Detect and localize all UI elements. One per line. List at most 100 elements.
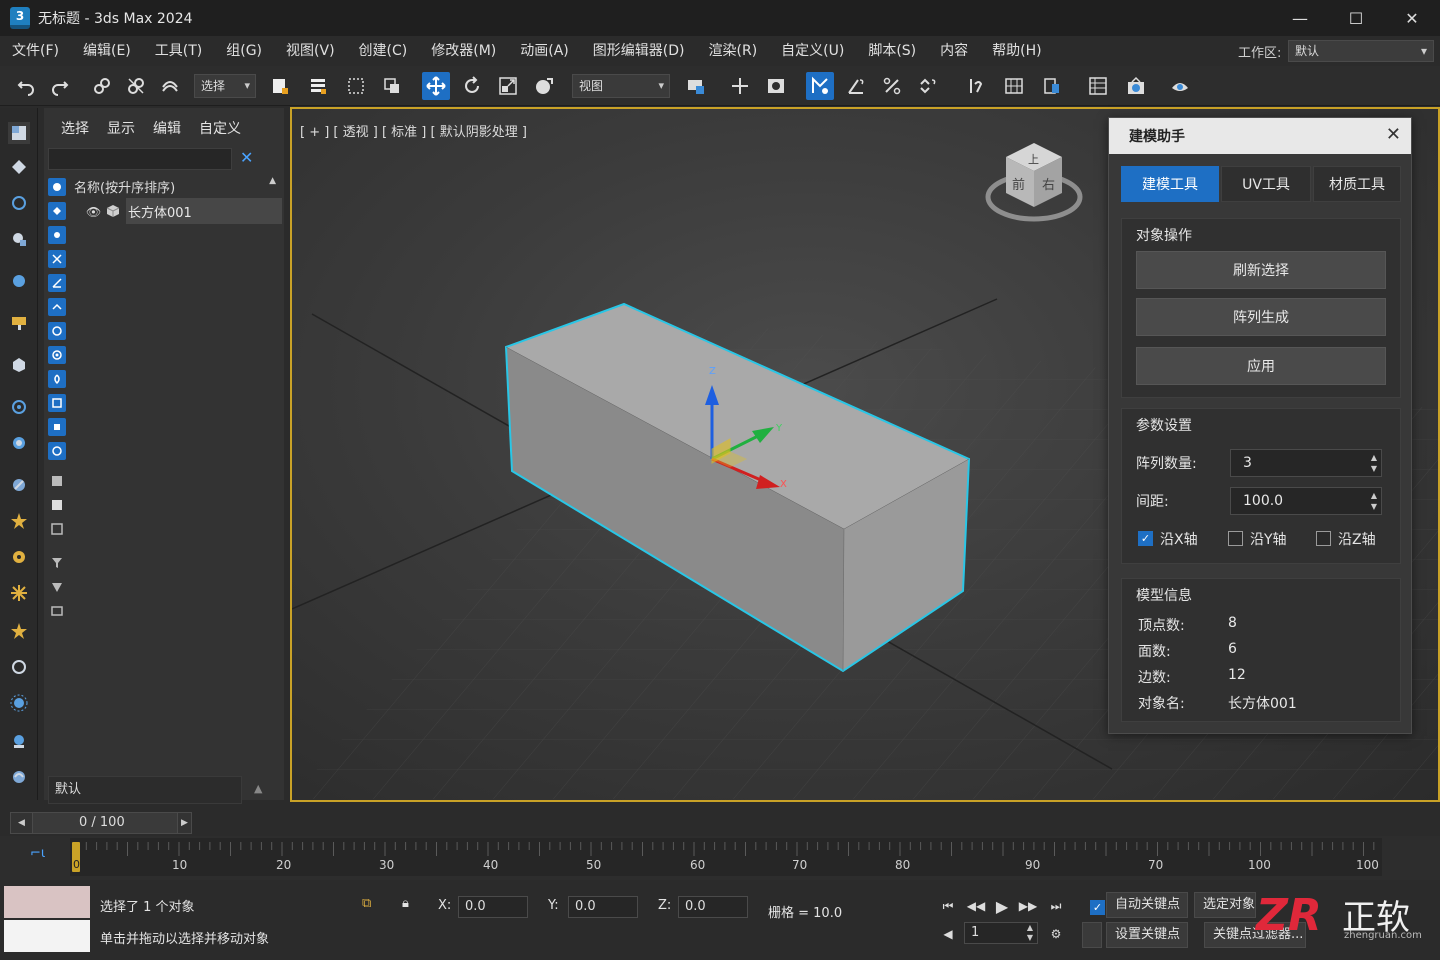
menu-scripting[interactable]: 脚本(S) bbox=[856, 40, 928, 60]
space-warps-icon[interactable] bbox=[8, 546, 30, 568]
shapes-icon[interactable] bbox=[8, 396, 30, 418]
favorites-icon[interactable] bbox=[8, 620, 30, 642]
filter-funnel-icon[interactable] bbox=[48, 554, 66, 572]
pivot-center-icon[interactable] bbox=[682, 72, 710, 100]
cameras-icon[interactable] bbox=[8, 474, 30, 496]
explorer-menu-customize[interactable]: 自定义 bbox=[190, 118, 250, 138]
axis-z-checkbox[interactable] bbox=[1316, 531, 1331, 546]
workspace-select[interactable]: 默认 bbox=[1288, 40, 1434, 62]
mirror-icon[interactable] bbox=[1000, 72, 1028, 100]
explorer-menu-display[interactable]: 显示 bbox=[98, 118, 144, 138]
key-mode-icon[interactable]: ◀ bbox=[938, 924, 958, 944]
set-key-button[interactable]: 设置关键点 bbox=[1106, 922, 1188, 948]
filter-bones-icon[interactable] bbox=[48, 370, 66, 388]
time-configuration-icon[interactable]: ⚙ bbox=[1046, 924, 1066, 944]
minimize-button[interactable]: — bbox=[1272, 0, 1328, 36]
select-by-name-icon[interactable] bbox=[304, 72, 332, 100]
render-setup-icon[interactable] bbox=[1166, 72, 1194, 100]
auto-key-checkbox[interactable]: ✓ bbox=[1090, 900, 1105, 915]
menu-modifiers[interactable]: 修改器(M) bbox=[419, 40, 508, 60]
maxscript-listener-white[interactable] bbox=[4, 920, 90, 952]
next-frame-icon[interactable]: ▶▶ bbox=[1018, 896, 1038, 916]
apply-button[interactable]: 应用 bbox=[1136, 347, 1386, 385]
undo-icon[interactable] bbox=[12, 72, 40, 100]
menu-tools[interactable]: 工具(T) bbox=[143, 40, 214, 60]
filter-frame-icon[interactable] bbox=[48, 602, 66, 620]
snaps-toggle-icon[interactable] bbox=[806, 72, 834, 100]
percent-snap-icon[interactable] bbox=[878, 72, 906, 100]
menu-group[interactable]: 组(G) bbox=[214, 40, 274, 60]
reference-coordinate-select[interactable]: 视图 bbox=[572, 74, 670, 98]
filter-groups-icon[interactable] bbox=[48, 322, 66, 340]
time-slider-prev-icon[interactable]: ◀ bbox=[11, 813, 33, 833]
tab-uv-tools[interactable]: UV工具 bbox=[1221, 166, 1311, 202]
menu-view[interactable]: 视图(V) bbox=[274, 40, 347, 60]
auto-key-button[interactable]: 自动关键点 bbox=[1106, 892, 1188, 918]
x-coordinate-field[interactable]: 0.0 bbox=[458, 896, 528, 918]
spacing-spinner[interactable]: 100.0 ▲ ▼ bbox=[1230, 487, 1382, 515]
motion-panel-icon[interactable] bbox=[8, 228, 30, 250]
filter-space-warps-icon[interactable] bbox=[48, 298, 66, 316]
filter-geometry-icon[interactable] bbox=[48, 178, 66, 196]
filter-all-icon[interactable] bbox=[48, 472, 66, 490]
maximize-button[interactable]: ☐ bbox=[1328, 0, 1384, 36]
axis-x-checkbox[interactable]: ✓ bbox=[1138, 531, 1153, 546]
explorer-row[interactable]: 长方体001 bbox=[106, 198, 282, 224]
filter-cameras-icon[interactable] bbox=[48, 250, 66, 268]
play-icon[interactable]: ▶ bbox=[992, 896, 1012, 916]
time-slider-next-icon[interactable]: ▶ bbox=[177, 813, 191, 833]
edit-named-selection-icon[interactable] bbox=[962, 72, 990, 100]
menu-graph-editors[interactable]: 图形编辑器(D) bbox=[581, 40, 697, 60]
go-to-end-icon[interactable]: ⏭ bbox=[1046, 896, 1066, 916]
tab-material-tools[interactable]: 材质工具 bbox=[1313, 166, 1401, 202]
viewcube[interactable]: 上 前 右 bbox=[985, 143, 1083, 222]
lock-selection-icon[interactable]: 🔒︎ bbox=[402, 896, 409, 911]
close-button[interactable]: ✕ bbox=[1384, 0, 1440, 36]
set-key-icon[interactable] bbox=[1082, 922, 1102, 948]
spinner-arrows-icon[interactable]: ▲ ▼ bbox=[1027, 923, 1033, 943]
systems-icon[interactable] bbox=[8, 582, 30, 604]
axis-y-checkbox[interactable] bbox=[1228, 531, 1243, 546]
display-panel-icon[interactable] bbox=[8, 270, 30, 292]
explorer-search-input[interactable] bbox=[48, 148, 232, 170]
geometry-icon[interactable] bbox=[8, 354, 30, 376]
window-crossing-icon[interactable] bbox=[378, 72, 406, 100]
filter-invert-icon[interactable] bbox=[48, 520, 66, 538]
timeline[interactable]: ⌐ι 0 10 20 30 40 50 60 70 80 90 70 100 1… bbox=[0, 836, 1440, 880]
sort-ascending-icon[interactable]: ▲ bbox=[269, 176, 276, 186]
filter-triangle-icon[interactable] bbox=[48, 578, 66, 596]
selected-object-select[interactable]: 选定对象 bbox=[1194, 892, 1256, 918]
array-generate-button[interactable]: 阵列生成 bbox=[1136, 298, 1386, 336]
lights-icon[interactable] bbox=[8, 432, 30, 454]
spinner-arrows-icon[interactable]: ▲ ▼ bbox=[1371, 452, 1377, 474]
z-coordinate-field[interactable]: 0.0 bbox=[678, 896, 748, 918]
menu-file[interactable]: 文件(F) bbox=[0, 40, 71, 60]
maxscript-listener-pink[interactable] bbox=[4, 886, 90, 918]
menu-create[interactable]: 创建(C) bbox=[347, 40, 420, 60]
keyboard-shortcut-override-icon[interactable] bbox=[762, 72, 790, 100]
helper-close-icon[interactable]: ✕ bbox=[1386, 124, 1401, 145]
redo-icon[interactable] bbox=[46, 72, 74, 100]
modify-panel-icon[interactable] bbox=[8, 156, 30, 178]
select-and-place-icon[interactable] bbox=[530, 72, 558, 100]
align-icon[interactable] bbox=[1038, 72, 1066, 100]
explorer-menu-edit[interactable]: 编辑 bbox=[144, 118, 190, 138]
spinner-snap-icon[interactable] bbox=[914, 72, 942, 100]
menu-customize[interactable]: 自定义(U) bbox=[769, 40, 856, 60]
bind-space-warp-icon[interactable] bbox=[156, 72, 184, 100]
menu-rendering[interactable]: 渲染(R) bbox=[697, 40, 770, 60]
visibility-eye-icon[interactable]: 👁 bbox=[86, 205, 101, 219]
explorer-column-header[interactable]: 名称(按升序排序) ▲ bbox=[46, 174, 282, 198]
filter-frozen-icon[interactable] bbox=[48, 418, 66, 436]
filter-lights-icon[interactable] bbox=[48, 226, 66, 244]
array-count-spinner[interactable]: 3 ▲ ▼ bbox=[1230, 449, 1382, 477]
refresh-selection-button[interactable]: 刷新选择 bbox=[1136, 251, 1386, 289]
go-to-start-icon[interactable]: ⏮ bbox=[938, 896, 958, 916]
utilities-panel-icon[interactable] bbox=[8, 312, 30, 334]
isolate-selection-icon[interactable]: ⧉ bbox=[362, 896, 371, 911]
select-and-scale-icon[interactable] bbox=[494, 72, 522, 100]
curve-editor-icon[interactable]: ⌐ι bbox=[30, 846, 45, 861]
selection-filter-select[interactable]: 选择 bbox=[194, 74, 256, 98]
spinner-arrows-icon[interactable]: ▲ ▼ bbox=[1371, 490, 1377, 512]
filter-none-icon[interactable] bbox=[48, 496, 66, 514]
